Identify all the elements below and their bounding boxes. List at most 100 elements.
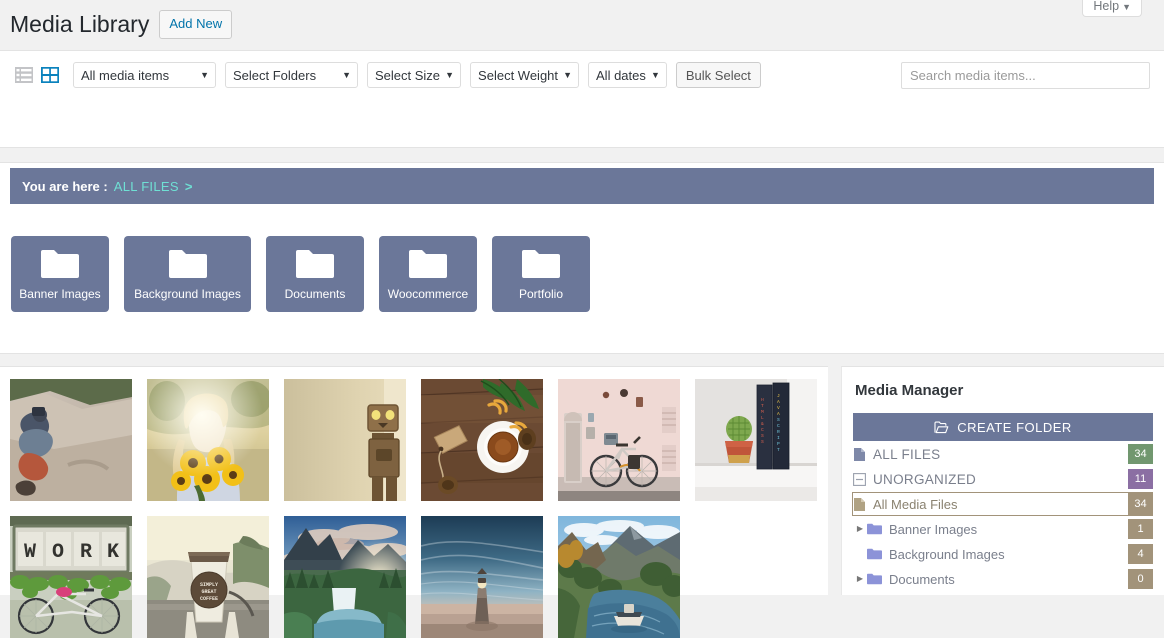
folder-tree-item-unorganized[interactable]: UNORGANIZED11 [853, 467, 1153, 491]
dates-filter-value: All dates [596, 68, 646, 83]
folder-tree-item-documents[interactable]: ▶Documents0 [853, 567, 1153, 591]
media-thumbnail-tea-cup-flatlay[interactable] [421, 379, 543, 501]
file-khaki-icon [853, 497, 866, 512]
folder-tree-item-label: ALL FILES [873, 447, 1128, 462]
media-thumbnail-image [147, 379, 269, 501]
svg-text:COFFEE: COFFEE [200, 596, 218, 602]
search-input[interactable] [901, 62, 1150, 89]
media-items-filter-value: All media items [81, 68, 169, 83]
folder-card-label: Banner Images [19, 288, 100, 300]
svg-text:S: S [761, 439, 764, 445]
folder-card-banner-images[interactable]: Banner Images [11, 236, 109, 312]
media-thumbnail-bicycle-pink-wall[interactable] [558, 379, 680, 501]
folder-tree-item-all-media-files[interactable]: All Media Files34 [852, 492, 1153, 516]
expand-arrow-icon[interactable]: ▶ [853, 525, 867, 533]
folder-tree-item-banner-images[interactable]: ▶ Banner Images1 [853, 517, 1153, 541]
folder-tree-item-label: All Media Files [873, 497, 1128, 512]
media-thumbnail-woman-with-sunflowers[interactable] [147, 379, 269, 501]
page-title: Media Library [10, 11, 149, 39]
file-icon [853, 447, 866, 462]
breadcrumb-prefix: You are here : [22, 179, 108, 194]
size-filter[interactable]: Select Size ▼ [367, 62, 461, 88]
media-thumbnail-image [421, 516, 543, 638]
chevron-down-icon: ▼ [563, 70, 572, 80]
grid-view-icon[interactable] [40, 65, 60, 85]
svg-text:L: L [761, 415, 764, 421]
svg-text:R: R [777, 429, 780, 435]
svg-text:T: T [777, 447, 780, 453]
dates-filter[interactable]: All dates ▼ [588, 62, 667, 88]
weight-filter[interactable]: Select Weight ▼ [470, 62, 579, 88]
media-thumbnail-image [421, 379, 543, 501]
media-thumbnail-image [558, 379, 680, 501]
svg-text:V: V [777, 405, 780, 411]
open-folder-icon [934, 421, 949, 434]
folder-card-documents[interactable]: Documents [266, 236, 364, 312]
media-thumbnail-work-sign-bicycle[interactable]: WO RK [10, 516, 132, 638]
media-thumbnail-mountain-waterfall-sunset[interactable] [284, 516, 406, 638]
media-thumbnail-river-valley-boat[interactable] [558, 516, 680, 638]
weight-filter-value: Select Weight [478, 68, 558, 83]
media-thumbnail-cardboard-robot[interactable] [284, 379, 406, 501]
folder-card-list: Banner Images Background ImagesDocumentsW… [11, 236, 590, 312]
media-grid: HTM L&C SS JA VA SC RI PT [10, 379, 824, 638]
folder-card-label: Portfolio [519, 288, 563, 300]
media-thumbnail-image: SIMPLYGREATCOFFEE [147, 516, 269, 638]
content-area: HTM L&C SS JA VA SC RI PT [0, 366, 1164, 595]
folder-tree-item-count: 34 [1128, 444, 1153, 464]
svg-text:C: C [761, 427, 764, 433]
media-thumbnail-image [558, 516, 680, 638]
folder-tree-item-label: UNORGANIZED [873, 472, 1128, 487]
folders-panel: You are here : ALL FILES > Banner Images… [0, 162, 1164, 354]
media-grid-panel: HTM L&C SS JA VA SC RI PT [0, 366, 828, 595]
folder-card-woocommerce[interactable]: Woocommerce [379, 236, 477, 312]
folder-icon [521, 248, 561, 281]
page-header: Media Library Add New [10, 10, 232, 39]
folder-tree-item-count: 1 [1128, 519, 1153, 539]
folder-tree-item-all-files[interactable]: ALL FILES34 [853, 442, 1153, 466]
media-thumbnail-cactus-and-books[interactable]: HTM L&C SS JA VA SC RI PT [695, 379, 817, 501]
help-tab[interactable]: Help▼ [1082, 0, 1142, 17]
svg-text:S: S [761, 433, 764, 439]
folder-tree-item-background-images[interactable]: Background Images4 [853, 542, 1153, 566]
svg-text:R: R [80, 541, 92, 564]
media-thumbnail-photographer-on-rocks[interactable] [10, 379, 132, 501]
svg-text:SIMPLY: SIMPLY [200, 582, 218, 588]
folder-tree-item-label: Background Images [889, 547, 1128, 562]
list-view-icon[interactable] [14, 65, 34, 85]
folder-icon [867, 523, 882, 535]
media-thumbnail-coffee-cup-road[interactable]: SIMPLYGREATCOFFEE [147, 516, 269, 638]
media-items-filter[interactable]: All media items ▼ [73, 62, 216, 88]
bulk-select-button[interactable]: Bulk Select [676, 62, 761, 88]
folder-card-portfolio[interactable]: Portfolio [492, 236, 590, 312]
expand-arrow-icon[interactable]: ▶ [853, 575, 867, 583]
media-thumbnail-lighthouse-dusk[interactable] [421, 516, 543, 638]
folder-tree-item-label: Banner Images [889, 522, 1128, 537]
chevron-down-icon: ▼ [1122, 2, 1131, 12]
add-new-button[interactable]: Add New [159, 10, 232, 39]
folder-tree-item-count: 34 [1128, 493, 1153, 515]
folder-tree-item-count: 4 [1128, 544, 1153, 564]
help-label: Help [1093, 0, 1119, 13]
size-filter-value: Select Size [375, 68, 440, 83]
create-folder-button[interactable]: CREATE FOLDER [853, 413, 1153, 441]
breadcrumb: You are here : ALL FILES > [10, 168, 1154, 204]
svg-text:O: O [52, 541, 64, 564]
svg-text:A: A [777, 399, 780, 405]
chevron-down-icon: ▼ [445, 70, 454, 80]
filter-toolbar: All media items ▼ Select Folders ▼ Selec… [14, 62, 761, 88]
svg-text:&: & [761, 421, 764, 427]
media-thumbnail-image: HTM L&C SS JA VA SC RI PT [695, 379, 817, 501]
folder-tree-item-count: 0 [1128, 569, 1153, 589]
svg-text:J: J [777, 393, 780, 399]
folder-card-background-images[interactable]: Background Images [124, 236, 251, 312]
media-thumbnail-image [284, 379, 406, 501]
folder-icon [168, 248, 208, 281]
folder-icon [408, 248, 448, 281]
chevron-down-icon: ▼ [651, 70, 660, 80]
breadcrumb-separator: > [185, 179, 193, 194]
chevron-down-icon: ▼ [200, 70, 209, 80]
folders-filter[interactable]: Select Folders ▼ [225, 62, 358, 88]
svg-text:S: S [777, 417, 780, 423]
breadcrumb-item-all-files[interactable]: ALL FILES [114, 179, 179, 194]
